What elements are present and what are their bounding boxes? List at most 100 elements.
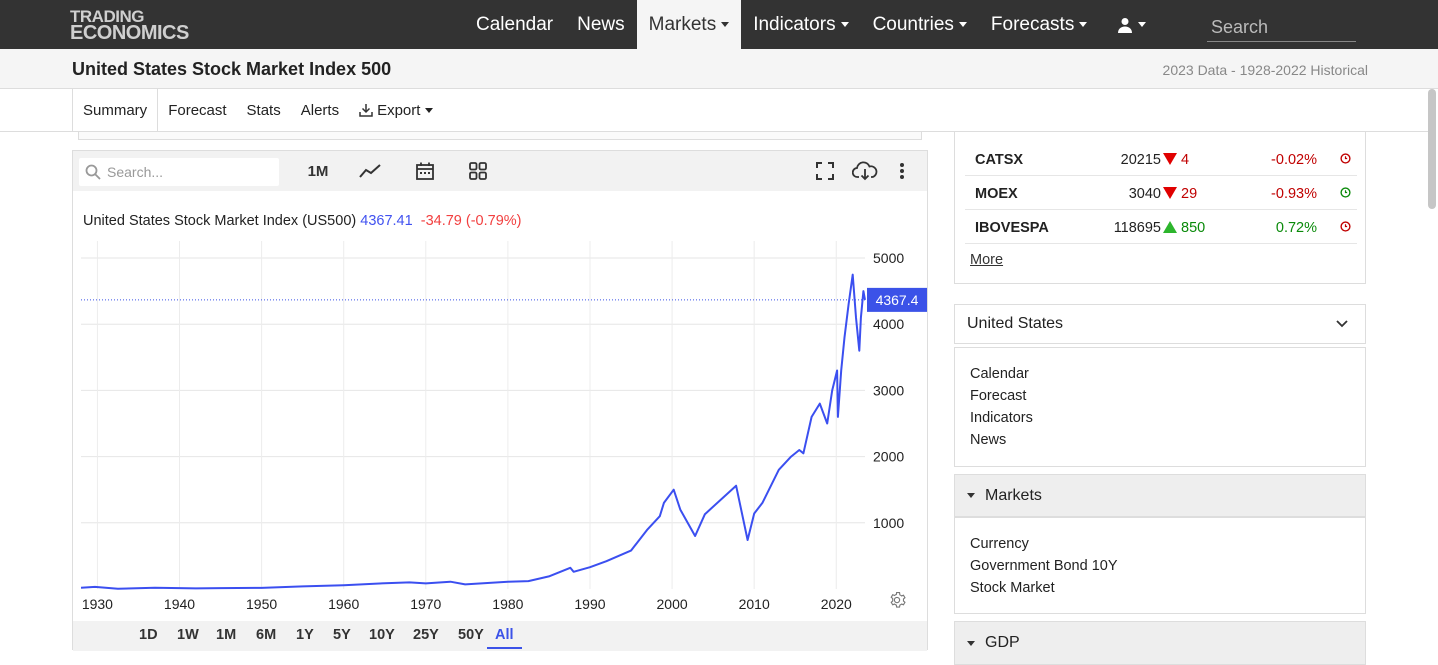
range-selector: 1D 1W 1M 6M 1Y 5Y 10Y 25Y 50Y All	[73, 621, 927, 651]
tab-alerts[interactable]: Alerts	[291, 89, 349, 131]
series-line	[80, 273, 866, 590]
site-search-input[interactable]: Search	[1207, 14, 1356, 42]
x-tick-label: 1970	[410, 596, 441, 612]
caret-down-icon	[1079, 22, 1088, 27]
cloud-download-icon[interactable]	[851, 159, 879, 183]
market-row-ibovespa[interactable]: IBOVESPA 118695 850 0.72%	[965, 210, 1357, 244]
country-links-panel: Calendar Forecast Indicators News	[954, 347, 1366, 467]
markets-table: IBOVESPA 118695 850 0.72% MOEX 3040 29 -0.93% CA…	[954, 132, 1366, 284]
range-25y[interactable]: 25Y	[413, 627, 439, 643]
market-name[interactable]: MOEX	[975, 186, 1018, 202]
markets-section-title: Markets	[985, 486, 1042, 504]
range-50y[interactable]: 50Y	[458, 627, 484, 643]
x-tick-label: 2010	[739, 596, 770, 612]
line-chart-icon[interactable]	[357, 159, 383, 183]
country-select[interactable]: United States	[954, 304, 1366, 344]
arrow-down-icon	[1163, 153, 1177, 165]
clock-icon	[1340, 152, 1351, 168]
chart-toolbar: Search... 1M	[73, 151, 927, 191]
last-value-label: 4367.4	[876, 292, 919, 308]
fullscreen-icon[interactable]	[813, 159, 837, 183]
arrow-down-icon	[1163, 187, 1177, 199]
range-1w[interactable]: 1W	[177, 627, 199, 643]
tab-label: Summary	[83, 101, 148, 119]
market-row-moex[interactable]: MOEX 3040 29 -0.93%	[965, 176, 1357, 210]
link-currency[interactable]: Currency	[970, 533, 1365, 555]
x-tick-label: 2020	[821, 596, 852, 612]
chart-area[interactable]: 1000 2000 3000 4000 5000 1930 1940 1950 1960 1970…	[73, 191, 927, 621]
download-icon	[359, 104, 373, 117]
chevron-down-icon	[1336, 320, 1348, 328]
market-name[interactable]: IBOVESPA	[975, 220, 1049, 236]
tab-export[interactable]: Export	[349, 89, 443, 131]
link-government-bond-10y[interactable]: Government Bond 10Y	[970, 555, 1365, 577]
y-tick-label: 4000	[873, 316, 904, 332]
tab-forecast[interactable]: Forecast	[158, 89, 236, 131]
market-value: 20215	[1120, 152, 1161, 168]
nav-markets[interactable]: Markets	[636, 0, 742, 49]
nav-indicators[interactable]: Indicators	[741, 0, 860, 49]
market-percent: 0.72%	[1275, 220, 1317, 236]
nav-countries[interactable]: Countries	[861, 0, 979, 49]
range-1m[interactable]: 1M	[216, 627, 236, 643]
logo[interactable]: TRADING ECONOMICS	[70, 8, 189, 43]
grid-icon[interactable]	[466, 159, 490, 183]
market-change: 4	[1163, 152, 1189, 168]
nav-label: News	[577, 13, 625, 35]
nav-news[interactable]: News	[565, 0, 637, 49]
tab-label: Export	[377, 101, 421, 119]
market-change-value: 4	[1181, 152, 1190, 168]
market-row-catsx[interactable]: CATSX 20215 4 -0.02%	[965, 142, 1357, 176]
more-link[interactable]: More	[970, 252, 1003, 268]
nav-calendar[interactable]: Calendar	[464, 0, 565, 49]
caret-down-icon	[967, 493, 975, 498]
title-bar: United States Stock Market Index 500 202…	[0, 49, 1438, 89]
caret-down-icon	[958, 22, 967, 27]
market-change-value: 29	[1181, 186, 1198, 202]
y-tick-label: 5000	[873, 250, 904, 266]
link-calendar[interactable]: Calendar	[970, 363, 1365, 385]
legend-price: 4367.41	[360, 213, 413, 229]
tab-label: Forecast	[168, 101, 227, 119]
more-icon[interactable]	[893, 159, 911, 183]
legend-name: United States Stock Market Index (US500)	[83, 213, 357, 229]
link-indicators[interactable]: Indicators	[970, 407, 1365, 429]
tab-summary[interactable]: Summary	[72, 89, 159, 131]
gear-icon[interactable]	[888, 591, 906, 614]
gdp-section-title: GDP	[985, 634, 1020, 651]
caret-down-icon	[425, 107, 434, 113]
chart-search-input[interactable]: Search...	[79, 158, 279, 186]
market-change: 29	[1163, 186, 1197, 202]
market-value: 3040	[1128, 186, 1161, 202]
y-tick-label: 1000	[873, 515, 904, 531]
x-tick-label: 1990	[574, 596, 605, 612]
range-5y[interactable]: 5Y	[333, 627, 351, 643]
range-1y[interactable]: 1Y	[296, 627, 314, 643]
user-menu[interactable]	[1099, 0, 1158, 49]
previous-panel-edge	[78, 132, 922, 140]
link-stock-market[interactable]: Stock Market	[970, 577, 1365, 599]
nav-forecasts[interactable]: Forecasts	[979, 0, 1099, 49]
markets-section-header[interactable]: Markets	[954, 474, 1366, 517]
calendar-icon[interactable]	[413, 159, 437, 183]
range-10y[interactable]: 10Y	[369, 627, 395, 643]
tab-label: Stats	[246, 101, 281, 119]
market-name[interactable]: CATSX	[975, 152, 1023, 168]
nav-label: Countries	[872, 13, 954, 35]
x-tick-label: 1940	[164, 596, 195, 612]
market-percent: -0.02%	[1271, 152, 1317, 168]
chart-search-placeholder: Search...	[107, 164, 164, 180]
gdp-section-header[interactable]: GDP	[954, 621, 1366, 665]
scrollbar-thumb[interactable]	[1428, 89, 1436, 209]
range-1d[interactable]: 1D	[139, 627, 158, 643]
range-all[interactable]: All	[487, 627, 522, 649]
range-6m[interactable]: 6M	[256, 627, 276, 643]
link-forecast[interactable]: Forecast	[970, 385, 1365, 407]
link-news[interactable]: News	[970, 429, 1365, 451]
top-navbar: TRADING ECONOMICS Calendar News Markets Ind…	[0, 0, 1438, 49]
tab-stats[interactable]: Stats	[237, 89, 291, 131]
nav-label: Markets	[648, 13, 717, 35]
tab-label: Alerts	[300, 101, 340, 119]
x-tick-label: 1960	[328, 596, 359, 612]
interval-button[interactable]: 1M	[303, 159, 333, 183]
